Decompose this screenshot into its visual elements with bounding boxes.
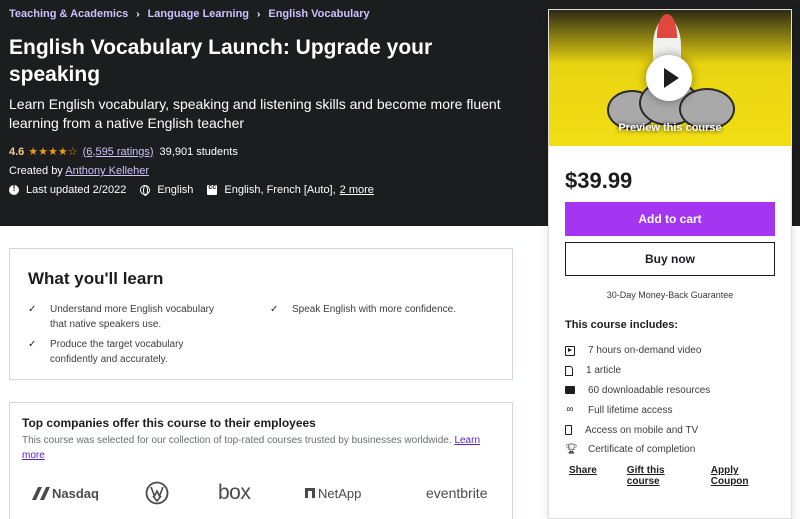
closed-captions-icon — [207, 184, 218, 195]
captions-text: English, French [Auto], — [224, 184, 336, 196]
includes-item-text: 7 hours on-demand video — [588, 345, 702, 357]
course-language: English — [140, 184, 193, 196]
netapp-logo: NetApp — [305, 481, 361, 505]
learn-item-text: Produce the target vocabulary confidentl… — [50, 339, 184, 365]
includes-item-text: Certificate of completion — [588, 444, 696, 456]
globe-icon — [140, 185, 151, 196]
company-logos: Nasdaq box NetApp eventbrite — [10, 481, 514, 507]
mobile-icon — [565, 425, 572, 436]
created-by: Created by Anthony Kelleher — [9, 165, 149, 177]
includes-item-text: Access on mobile and TV — [585, 424, 699, 436]
gift-course-button[interactable]: Gift this course — [627, 465, 681, 487]
what-youll-learn: What you'll learn ✓ Understand more Engl… — [9, 248, 513, 380]
list-item: 🏆︎ Certificate of completion — [565, 440, 710, 460]
language-text: English — [157, 184, 194, 196]
course-subtitle: Learn English vocabulary, speaking and l… — [9, 96, 501, 131]
breadcrumb: Teaching & Academics › Language Learning… — [9, 8, 370, 20]
list-item: ∞ Full lifetime access — [565, 400, 710, 420]
star-rating-icon: ★★★★☆ — [28, 146, 78, 158]
card-actions: Share Gift this course Apply Coupon — [569, 465, 791, 487]
alert-icon — [9, 183, 19, 195]
add-to-cart-button[interactable]: Add to cart — [565, 202, 775, 236]
companies-text: This course was selected for our collect… — [22, 433, 492, 463]
ratings-count-link[interactable]: (6,595 ratings) — [83, 146, 154, 158]
course-preview[interactable]: Preview this course — [549, 10, 791, 146]
box-logo: box — [218, 481, 251, 504]
infinity-icon: ∞ — [566, 404, 574, 416]
includes-list: 7 hours on-demand video 1 article 60 dow… — [565, 341, 710, 460]
play-icon[interactable] — [646, 55, 692, 101]
learn-item-text: Speak English with more confidence. — [292, 304, 456, 315]
rocket-nose — [657, 14, 677, 38]
chevron-right-icon: › — [257, 8, 261, 20]
nasdaq-logo-text: Nasdaq — [52, 485, 99, 501]
top-companies-section: Top companies offer this course to their… — [9, 402, 513, 519]
course-title: English Vocabulary Launch: Upgrade your … — [9, 36, 433, 86]
article-icon — [565, 365, 573, 376]
course-price: $39.99 — [565, 168, 633, 193]
course-meta: Last updated 2/2022 English English, Fre… — [9, 183, 388, 196]
chevron-right-icon: › — [136, 8, 140, 20]
apply-coupon-button[interactable]: Apply Coupon — [711, 465, 761, 487]
trophy-icon: 🏆︎ — [565, 443, 578, 455]
netapp-logo-text: NetApp — [318, 485, 362, 501]
companies-description: This course was selected for our collect… — [22, 435, 452, 446]
nasdaq-logo: Nasdaq — [30, 481, 99, 505]
preview-label: Preview this course — [618, 122, 722, 134]
check-icon: ✓ — [270, 304, 279, 315]
last-updated-text: Last updated 2/2022 — [26, 184, 127, 196]
rating-value: 4.6 — [9, 145, 25, 158]
students-count: 39,901 students — [159, 145, 238, 158]
learn-item-text: Understand more English vocabulary that … — [50, 304, 214, 330]
rating-row: 4.6 ★★★★☆ (6,595 ratings) 39,901 student… — [9, 145, 238, 159]
breadcrumb-item-language-learning[interactable]: Language Learning — [148, 8, 249, 20]
volkswagen-logo — [145, 481, 169, 505]
last-updated: Last updated 2/2022 — [9, 183, 127, 196]
volkswagen-mark-icon — [145, 481, 169, 505]
learn-item: ✓ Produce the target vocabulary confiden… — [28, 337, 228, 367]
purchase-card: Preview this course $39.99 Add to cart B… — [548, 9, 792, 519]
eventbrite-logo: eventbrite — [426, 485, 488, 501]
breadcrumb-item-english-vocabulary[interactable]: English Vocabulary — [268, 8, 369, 20]
check-icon: ✓ — [28, 339, 37, 350]
includes-item-text: 60 downloadable resources — [588, 384, 711, 396]
share-button[interactable]: Share — [569, 465, 597, 487]
list-item: 60 downloadable resources — [565, 381, 710, 401]
learn-item: ✓ Speak English with more confidence. — [270, 302, 470, 317]
buy-now-button[interactable]: Buy now — [565, 242, 775, 276]
list-item: 1 article — [565, 361, 710, 381]
list-item: Access on mobile and TV — [565, 420, 710, 440]
video-icon — [565, 345, 575, 356]
breadcrumb-item-teaching-academics[interactable]: Teaching & Academics — [9, 8, 128, 20]
check-icon: ✓ — [28, 304, 37, 315]
learn-item: ✓ Understand more English vocabulary tha… — [28, 302, 228, 332]
created-by-label: Created by — [9, 165, 63, 177]
netapp-mark-icon — [305, 488, 315, 498]
includes-title: This course includes: — [565, 319, 679, 331]
includes-item-text: Full lifetime access — [588, 404, 673, 416]
nasdaq-mark-icon — [32, 487, 50, 500]
includes-item-text: 1 article — [586, 365, 622, 377]
instructor-link[interactable]: Anthony Kelleher — [65, 165, 149, 177]
captions-more-link[interactable]: 2 more — [340, 184, 374, 196]
list-item: 7 hours on-demand video — [565, 341, 710, 361]
download-icon — [565, 386, 575, 395]
companies-title: Top companies offer this course to their… — [22, 416, 316, 430]
course-captions: English, French [Auto], 2 more — [207, 184, 374, 196]
learn-title: What you'll learn — [28, 269, 164, 288]
money-back-guarantee: 30-Day Money-Back Guarantee — [606, 290, 734, 300]
